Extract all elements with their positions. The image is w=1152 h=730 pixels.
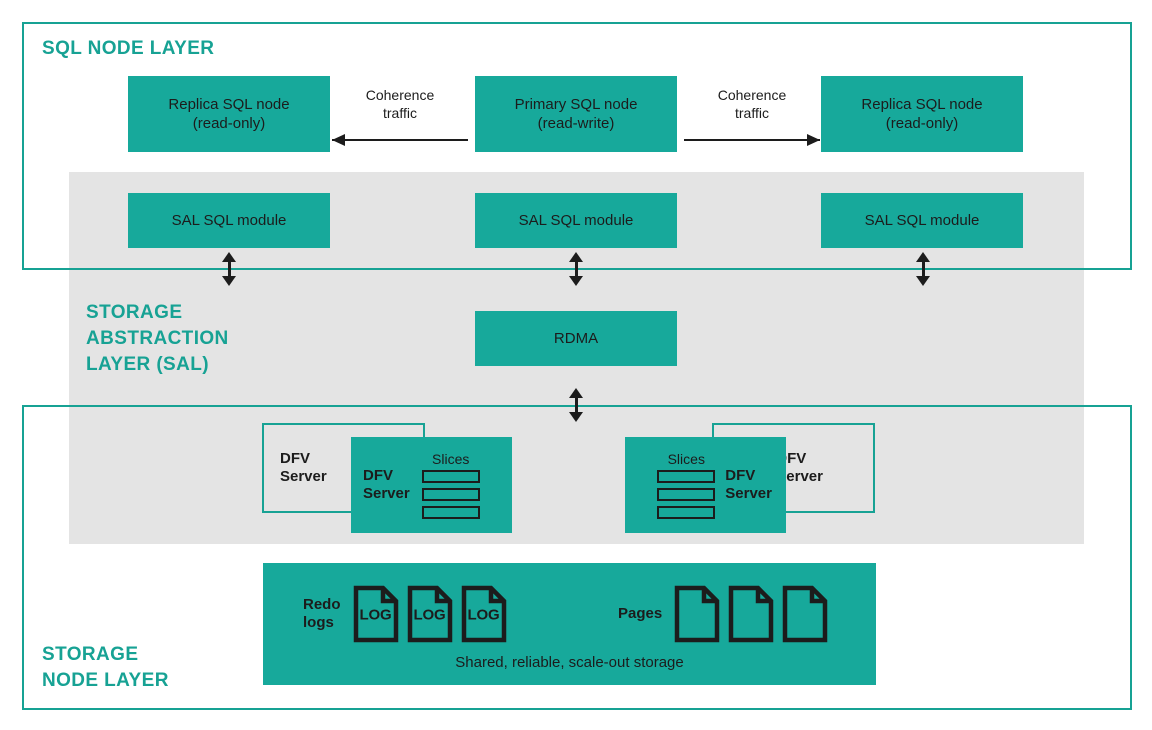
redo-logs-label: Redo logs [303,596,341,631]
page-icons [674,585,828,643]
architecture-diagram: SQL NODE LAYER STORAGE ABSTRACTION LAYER… [0,0,1152,730]
redo-logs-row: Redo logs LOG LOG LOG [303,585,507,643]
arrow-left-icon [332,132,468,148]
sql-node-layer-title: SQL NODE LAYER [42,38,215,59]
dfv-server-front-right[interactable]: DFV Server Slices [625,437,786,533]
pages-label: Pages [618,605,663,622]
double-arrow-vertical-icon-left [221,252,237,286]
log-document-icon: LOG [407,585,453,643]
shared-storage-panel: Redo logs LOG LOG LOG Pages Shared, reli… [263,563,876,685]
double-arrow-vertical-icon-rdma [568,388,584,422]
storage-node-layer-title: STORAGE NODE LAYER [42,644,169,691]
pages-row: Pages [618,585,828,643]
dfv-server-front-right-label: DFV Server [725,467,772,502]
dfv-server-front-left[interactable]: DFV Server Slices [351,437,512,533]
dfv-server-group-left: DFV Server DFV Server Slices [262,423,512,533]
page-document-icon [728,585,774,643]
sal-sql-module-center[interactable]: SAL SQL module [475,193,677,248]
slices-label-left: Slices [432,451,470,467]
dfv-server-front-left-label: DFV Server [363,467,410,502]
coherence-traffic-left-label: Coherence traffic [365,87,435,121]
page-document-icon [782,585,828,643]
log-document-icon: LOG [353,585,399,643]
coherence-traffic-left: Coherence traffic [332,86,468,148]
log-document-icon-text: LOG [467,606,500,624]
page-document-icon [674,585,720,643]
sql-node-primary[interactable]: Primary SQL node (read-write) [475,76,677,152]
slice-bar [421,488,480,501]
dfv-server-group-right: DFV Server DFV Server Slices [625,423,875,533]
sql-node-replica-right[interactable]: Replica SQL node (read-only) [821,76,1023,152]
slice-bar [657,506,716,519]
slices-label-right: Slices [667,451,705,467]
slice-bar [657,470,716,483]
sal-sql-module-left[interactable]: SAL SQL module [128,193,330,248]
arrow-right-icon [684,132,820,148]
sal-sql-module-right[interactable]: SAL SQL module [821,193,1023,248]
redo-log-icons: LOG LOG LOG [353,585,507,643]
log-document-icon: LOG [461,585,507,643]
slices-stack-right: Slices [657,451,716,519]
double-arrow-vertical-icon-right [915,252,931,286]
rdma-interconnect-box[interactable]: RDMA [475,311,677,366]
dfv-server-back-left-label: DFV Server [280,450,327,485]
sql-node-replica-left[interactable]: Replica SQL node (read-only) [128,76,330,152]
slices-stack-left: Slices [421,451,480,519]
slice-bar [421,470,480,483]
shared-storage-caption: Shared, reliable, scale-out storage [455,654,684,671]
storage-abstraction-layer-title: STORAGE ABSTRACTION LAYER (SAL) [86,302,229,375]
log-document-icon-text: LOG [413,606,446,624]
coherence-traffic-right: Coherence traffic [684,86,820,148]
slice-bar [421,506,480,519]
coherence-traffic-right-label: Coherence traffic [717,87,787,121]
log-document-icon-text: LOG [359,606,392,624]
double-arrow-vertical-icon-center [568,252,584,286]
slice-bar [657,488,716,501]
